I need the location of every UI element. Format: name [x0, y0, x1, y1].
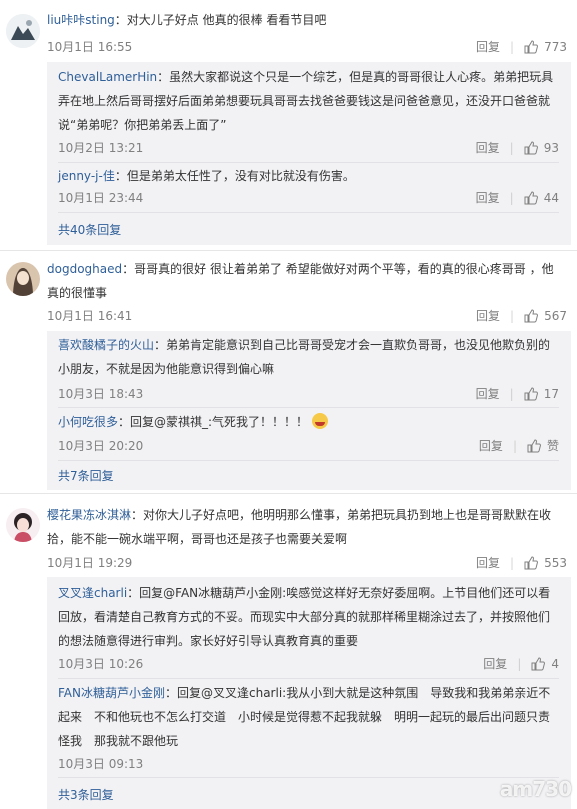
username-link[interactable]: 喜欢酸橘子的火山: [58, 338, 154, 352]
username-link[interactable]: jenny-j-佳: [58, 169, 115, 183]
comment-1: liu咔咔sting：对大儿子好点 他真的很棒 看看节目吧 10月1日 16:5…: [0, 0, 577, 245]
username-link[interactable]: 小何吃很多: [58, 415, 118, 429]
thumbs-up-icon[interactable]: [524, 190, 538, 205]
divider: [0, 250, 577, 251]
reply-text: jenny-j-佳：但是弟弟太任性了，没有对比就没有伤害。: [58, 169, 355, 183]
divider: [58, 678, 559, 679]
thumbs-up-icon[interactable]: [524, 140, 538, 155]
divider: [0, 493, 577, 494]
like-count: 93: [543, 140, 559, 155]
reply-button[interactable]: 回复: [476, 307, 500, 324]
divider: [58, 212, 559, 213]
reply-actions: 回复 | 4: [483, 655, 559, 672]
reply-button[interactable]: 回复: [483, 655, 507, 672]
reply-item: 叉叉逢charli：回复@FAN冰糖葫芦小金刚:唉感觉这样好无奈好委屈啊。上节目…: [58, 581, 559, 676]
username-link[interactable]: FAN冰糖葫芦小金刚: [58, 686, 165, 700]
avatar[interactable]: [6, 262, 40, 296]
username-link[interactable]: liu咔咔sting: [47, 13, 115, 27]
comment-3: 樱花果冻冰淇淋：对你大儿子好点吧，他明明那么懂事，弟弟把玩具扔到地上也是哥哥默默…: [0, 496, 577, 809]
username-link[interactable]: ChevalLamerHin: [58, 70, 157, 84]
reply-time: 10月1日 23:44: [58, 191, 144, 205]
like-count: 赞: [546, 439, 559, 453]
username-link[interactable]: 樱花果冻冰淇淋: [47, 508, 131, 522]
reply-button[interactable]: 回复: [476, 189, 500, 206]
crying-laughing-emoji-icon: [311, 413, 328, 429]
reply-item: jenny-j-佳：但是弟弟太任性了，没有对比就没有伤害。 10月1日 23:4…: [58, 164, 559, 214]
reply-time: 10月3日 10:26: [58, 657, 144, 671]
divider: [58, 162, 559, 163]
reply-text: 叉叉逢charli：回复@FAN冰糖葫芦小金刚:唉感觉这样好无奈好委屈啊。上节目…: [58, 586, 551, 648]
thumbs-up-icon[interactable]: [531, 656, 546, 671]
reply-actions: 回复 | 44: [475, 189, 559, 206]
divider: [58, 460, 559, 461]
username-link[interactable]: dogdoghaed: [47, 262, 122, 276]
like-count: 4: [551, 656, 559, 671]
reply-time: 10月3日 18:43: [58, 387, 144, 401]
reply-button[interactable]: 回复: [479, 437, 503, 454]
reply-text: 喜欢酸橘子的火山：弟弟肯定能意识到自己比哥哥受宠才会一直欺负哥哥，也没见他欺负别…: [58, 338, 551, 376]
comment-actions: 回复 | 567: [476, 307, 567, 324]
reply-text: FAN冰糖葫芦小金刚：回复@叉叉逢charli:我从小到大就是这种氛围 导致我和…: [58, 686, 551, 748]
comment-text: dogdoghaed：哥哥真的很好 很让着弟弟了 希望能做好对两个平等，看的真的…: [47, 262, 554, 300]
comment-actions: 回复 | 553: [476, 554, 567, 571]
reply-time: 10月3日 20:20: [58, 439, 144, 453]
thumbs-up-icon[interactable]: [524, 308, 539, 323]
reply-box: 喜欢酸橘子的火山：弟弟肯定能意识到自己比哥哥受宠才会一直欺负哥哥，也没见他欺负别…: [47, 331, 571, 490]
reply-text: 小何吃很多：回复@蒙祺祺_:气死我了！！！！: [58, 410, 559, 434]
like-count: 17: [543, 386, 559, 401]
reply-button[interactable]: 回复: [476, 385, 500, 402]
more-replies-link[interactable]: 共3条回复: [58, 786, 114, 803]
watermark-logo: am730: [499, 777, 572, 801]
comment-time: 10月1日 16:41: [47, 309, 133, 323]
reply-box: 叉叉逢charli：回复@FAN冰糖葫芦小金刚:唉感觉这样好无奈好委屈啊。上节目…: [47, 577, 571, 809]
thumbs-up-icon[interactable]: [524, 386, 538, 401]
like-count: 773: [544, 39, 567, 54]
thumbs-up-icon[interactable]: [524, 555, 539, 570]
reply-actions: 回复 | 93: [475, 139, 559, 156]
comment-actions: 回复 | 773: [476, 38, 567, 55]
comment-text: 樱花果冻冰淇淋：对你大儿子好点吧，他明明那么懂事，弟弟把玩具扔到地上也是哥哥默默…: [47, 508, 552, 546]
reply-actions: 回复 | 赞: [478, 437, 559, 454]
comment-2: dogdoghaed：哥哥真的很好 很让着弟弟了 希望能做好对两个平等，看的真的…: [0, 252, 577, 490]
more-replies-link[interactable]: 共40条回复: [58, 221, 121, 238]
reply-text: ChevalLamerHin：虽然大家都说这个只是一个综艺，但是真的哥哥很让人心…: [58, 70, 554, 132]
reply-item: 小何吃很多：回复@蒙祺祺_:气死我了！！！！ 10月3日 20:20 回复 | …: [58, 410, 559, 460]
reply-item: ChevalLamerHin：虽然大家都说这个只是一个综艺，但是真的哥哥很让人心…: [58, 65, 559, 160]
avatar[interactable]: [6, 14, 40, 48]
comment-text: liu咔咔sting：对大儿子好点 他真的很棒 看看节目吧: [47, 13, 327, 27]
reply-actions: 回复 | 17: [475, 385, 559, 402]
reply-button[interactable]: 回复: [476, 139, 500, 156]
like-count: 44: [543, 190, 559, 205]
more-replies-link[interactable]: 共7条回复: [58, 467, 114, 484]
reply-box: ChevalLamerHin：虽然大家都说这个只是一个综艺，但是真的哥哥很让人心…: [47, 62, 571, 245]
username-link[interactable]: 叉叉逢charli: [58, 586, 127, 600]
like-count: 553: [544, 555, 567, 570]
reply-time: 10月3日 09:13: [58, 757, 144, 771]
thumbs-up-icon[interactable]: [524, 39, 539, 54]
thumbs-up-icon[interactable]: [527, 438, 541, 453]
reply-button[interactable]: 回复: [476, 38, 500, 55]
divider: [58, 407, 559, 408]
divider: [58, 777, 559, 778]
comment-time: 10月1日 19:29: [47, 556, 133, 570]
like-count: 567: [544, 308, 567, 323]
reply-item: 喜欢酸橘子的火山：弟弟肯定能意识到自己比哥哥受宠才会一直欺负哥哥，也没见他欺负别…: [58, 333, 559, 405]
avatar[interactable]: [6, 508, 40, 542]
reply-item: FAN冰糖葫芦小金刚：回复@叉叉逢charli:我从小到大就是这种氛围 导致我和…: [58, 681, 559, 776]
reply-button[interactable]: 回复: [476, 554, 500, 571]
comment-time: 10月1日 16:55: [47, 40, 133, 54]
reply-time: 10月2日 13:21: [58, 141, 144, 155]
